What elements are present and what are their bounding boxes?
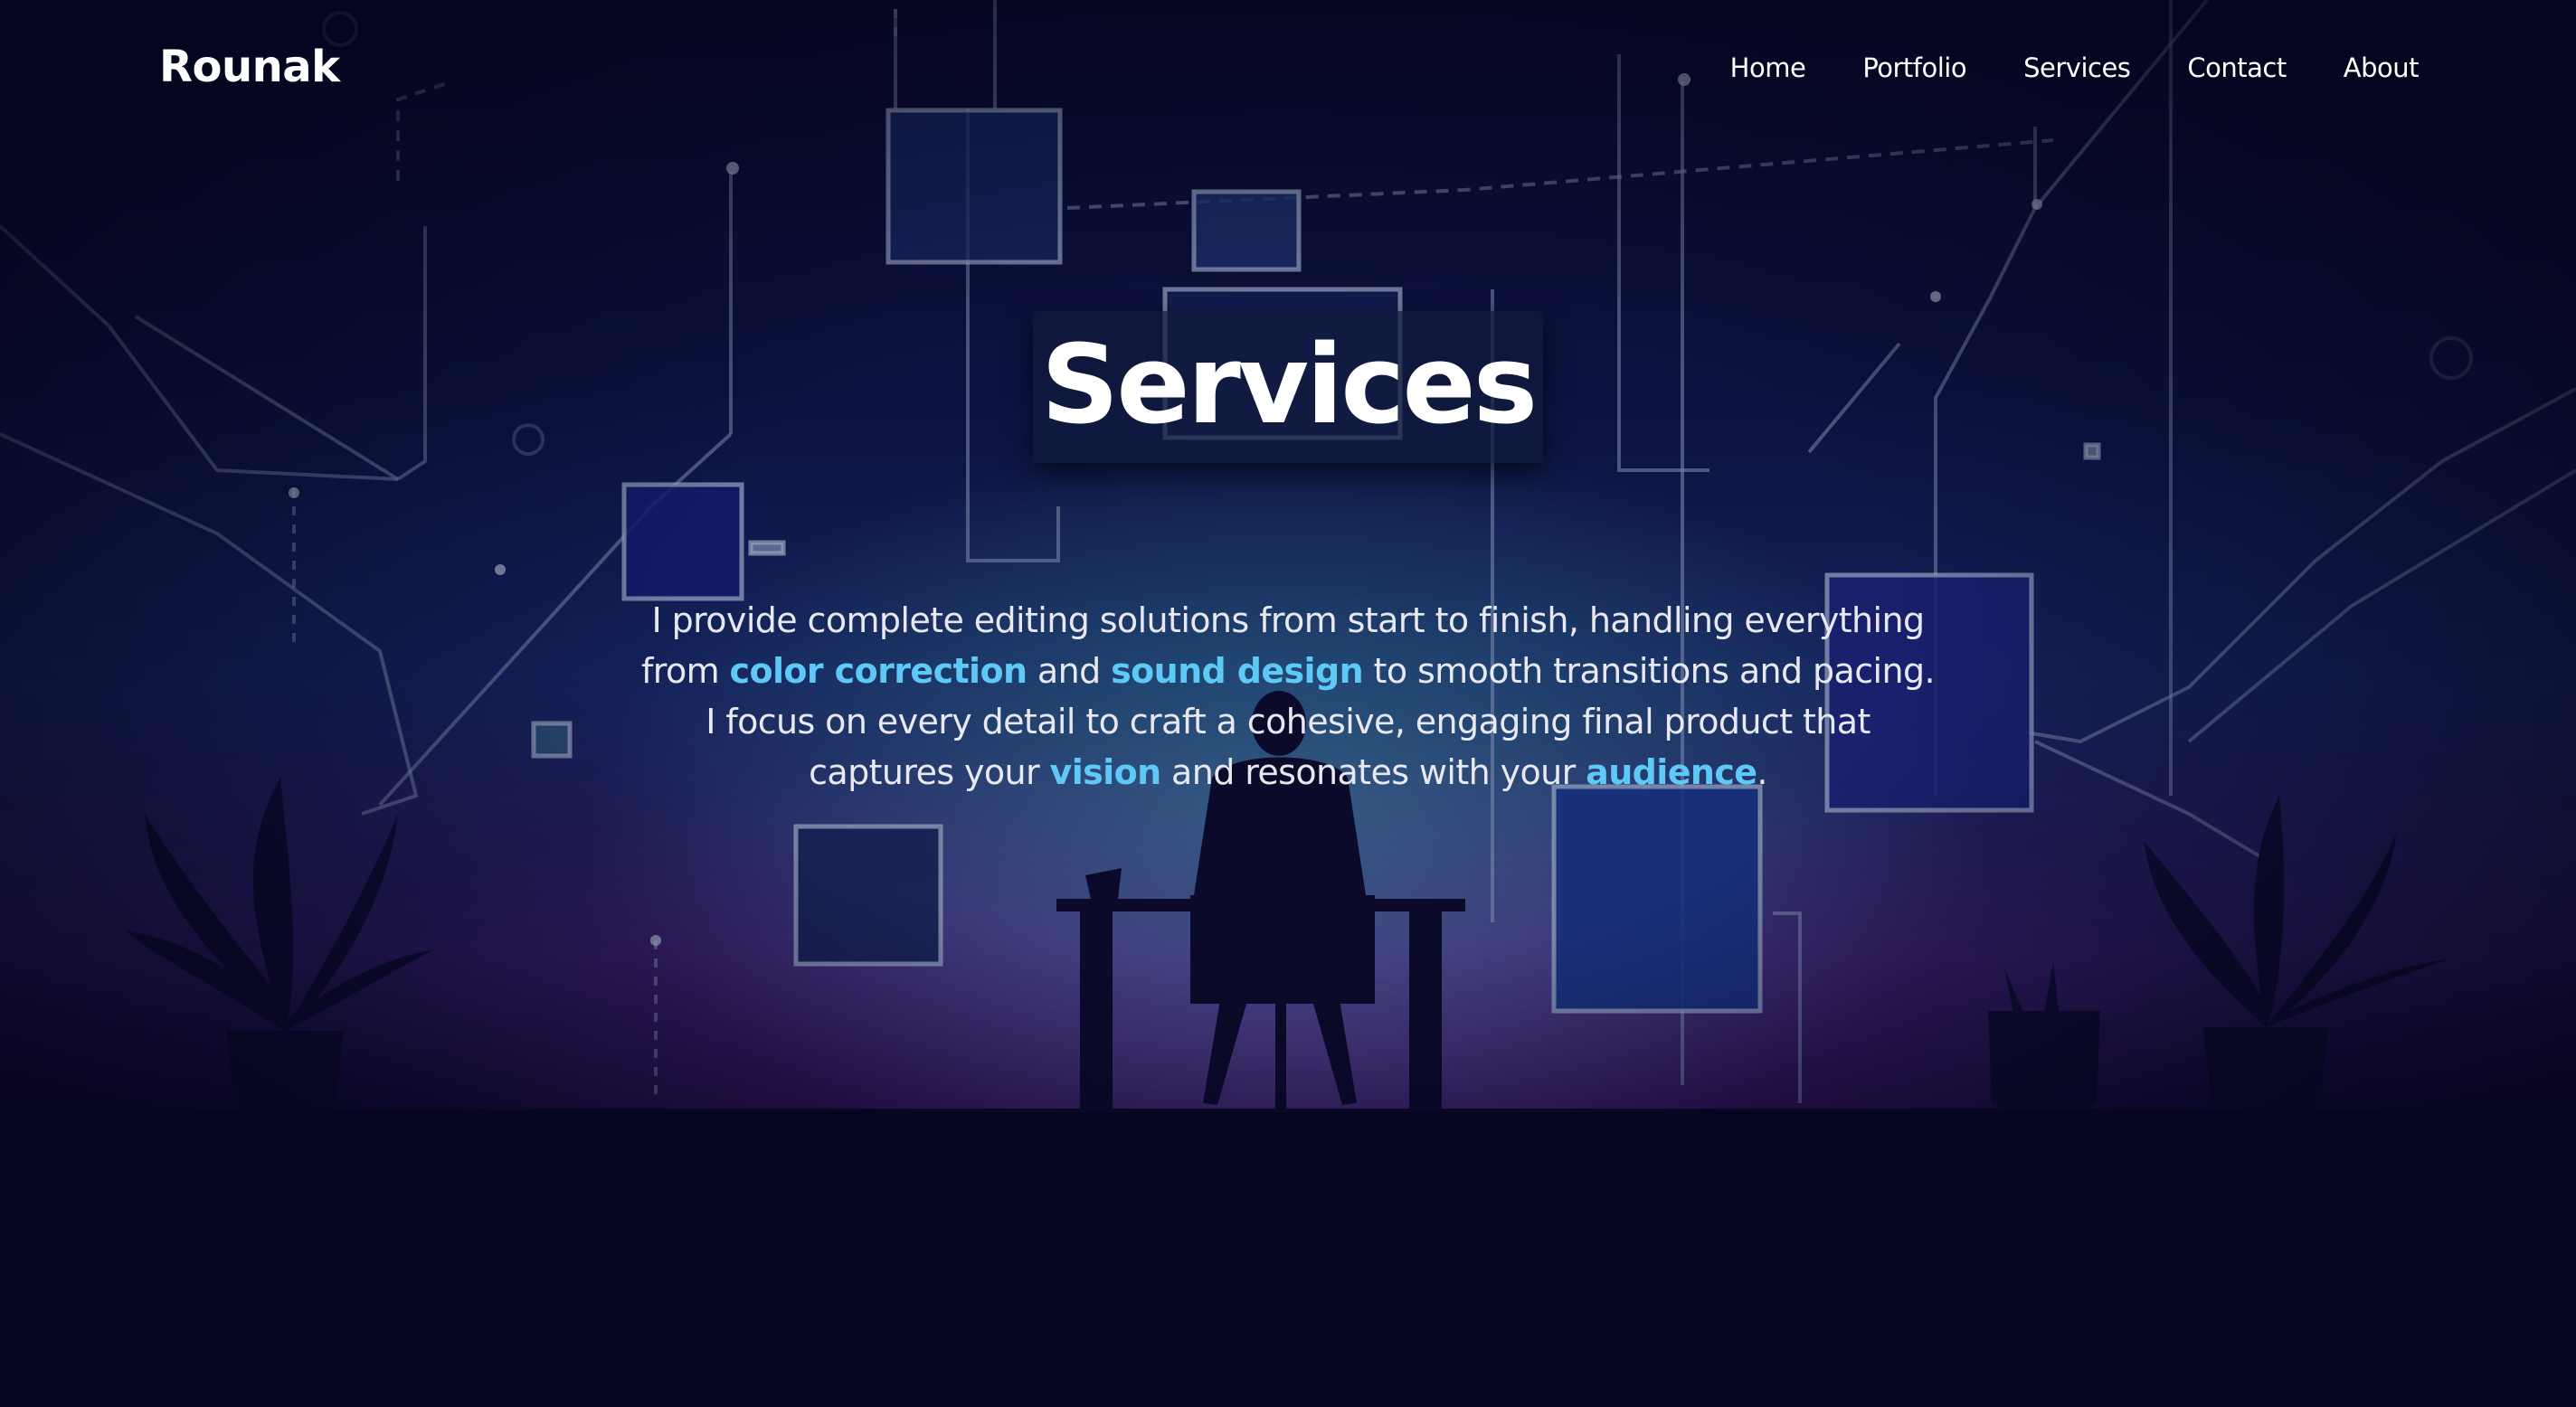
services-description: I provide complete editing solutions fro… — [633, 595, 1943, 798]
highlight-color-correction: color correction — [729, 651, 1028, 691]
page: Rounak Home Portfolio Services Contact A… — [0, 0, 2576, 1407]
nav-link-contact[interactable]: Contact — [2187, 52, 2287, 83]
hero-background — [0, 0, 2576, 1126]
highlight-audience: audience — [1586, 752, 1757, 792]
highlight-vision: vision — [1049, 752, 1162, 792]
description-text: . — [1757, 752, 1767, 792]
nav-link-portfolio[interactable]: Portfolio — [1862, 52, 1966, 83]
nav-links: Home Portfolio Services Contact About — [1730, 52, 2420, 83]
navbar: Rounak Home Portfolio Services Contact A… — [0, 0, 2576, 136]
brand-logo[interactable]: Rounak — [159, 42, 340, 92]
description-text: and — [1027, 651, 1112, 691]
nav-link-home[interactable]: Home — [1730, 52, 1806, 83]
page-floor — [0, 1112, 2576, 1407]
description-text: and resonates with your — [1160, 752, 1586, 792]
nav-link-services[interactable]: Services — [2023, 52, 2131, 83]
nav-link-about[interactable]: About — [2344, 52, 2420, 83]
page-title: Services — [1040, 323, 1538, 449]
hero-illustration — [0, 0, 2576, 1123]
highlight-sound-design: sound design — [1111, 651, 1364, 691]
